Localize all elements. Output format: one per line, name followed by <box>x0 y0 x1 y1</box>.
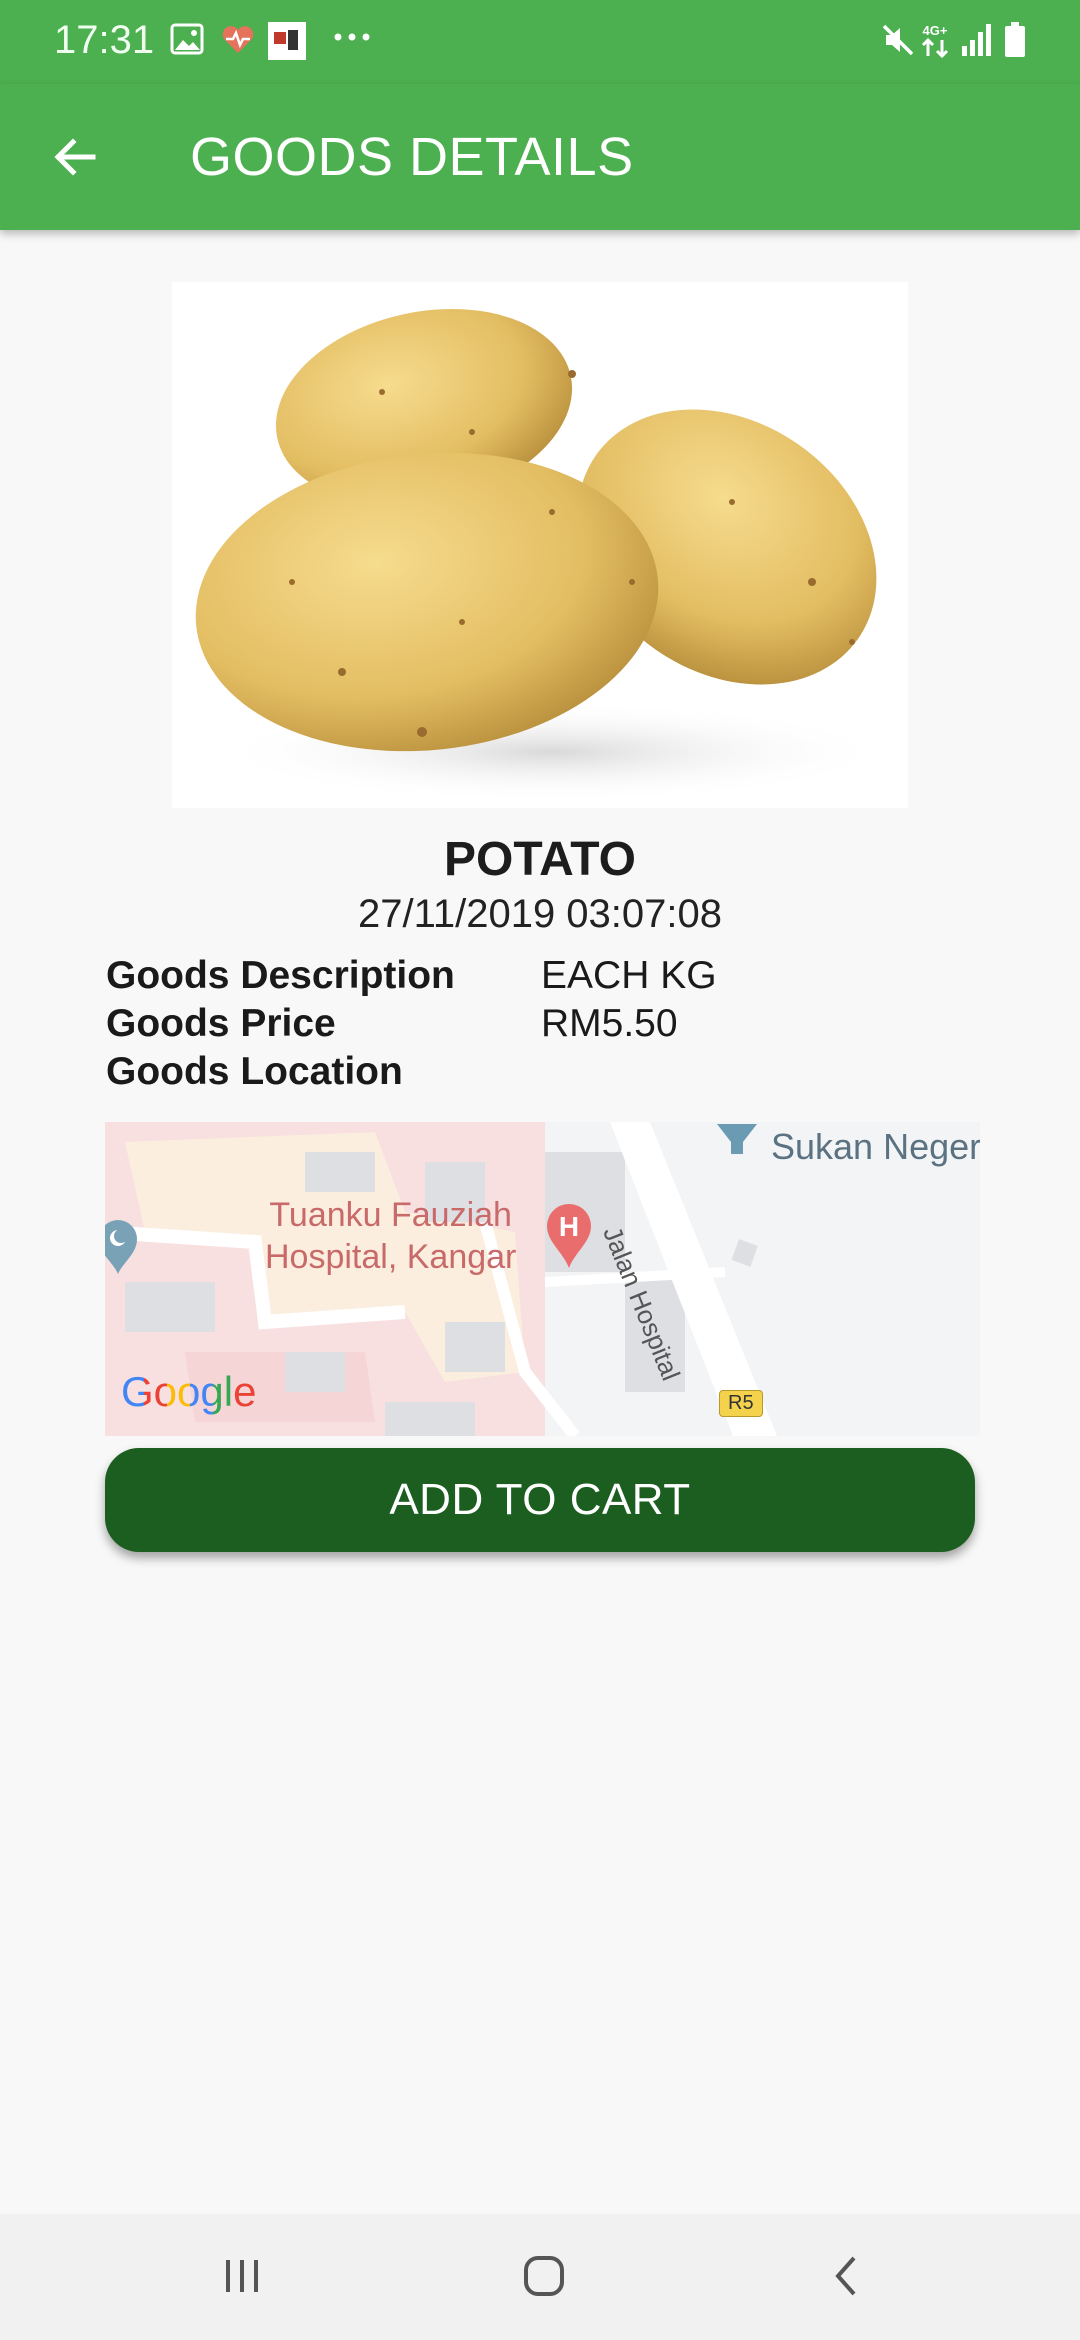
location-map[interactable]: Jalan Hospital Tuanku Fauziah Hospital, … <box>105 1122 980 1436</box>
product-date: 27/11/2019 03:07:08 <box>357 892 723 936</box>
status-bar: 17:31 4G+ <box>0 0 1080 84</box>
route-badge: R5 <box>719 1390 763 1417</box>
product-name: POTATO <box>444 833 636 886</box>
health-icon <box>220 22 256 61</box>
product-image <box>172 282 908 808</box>
goods-description-label: Goods Description <box>106 954 455 997</box>
goods-price-value: RM5.50 <box>541 1002 678 1045</box>
goods-price-label: Goods Price <box>106 1002 336 1045</box>
recent-apps-button[interactable] <box>182 2236 302 2316</box>
gallery-icon <box>170 22 204 61</box>
religious-place-icon <box>105 1218 139 1281</box>
status-time: 17:31 <box>54 18 155 62</box>
home-icon <box>524 2256 564 2296</box>
4g-data-icon: 4G+ <box>918 22 952 67</box>
recent-apps-icon <box>226 2260 258 2292</box>
hospital-marker-icon[interactable]: H <box>543 1202 595 1275</box>
sports-poi-icon <box>713 1122 761 1167</box>
app-notification-icon <box>268 22 306 65</box>
mute-icon <box>880 22 916 63</box>
goods-location-label: Goods Location <box>106 1050 403 1093</box>
battery-icon <box>1004 22 1026 63</box>
map-poi-label: Sukan Neger <box>771 1126 980 1167</box>
back-button[interactable] <box>38 120 112 194</box>
goods-description-value: EACH KG <box>541 954 717 997</box>
more-dots-icon <box>332 30 372 48</box>
app-bar: GOODS DETAILS <box>0 84 1080 230</box>
system-nav-bar <box>0 2214 1080 2340</box>
signal-icon <box>960 22 994 63</box>
svg-text:4G+: 4G+ <box>923 23 948 38</box>
arrow-back-icon <box>54 138 96 176</box>
add-to-cart-button[interactable]: ADD TO CART <box>105 1448 975 1552</box>
home-button[interactable] <box>484 2236 604 2316</box>
back-icon <box>835 2256 856 2296</box>
back-nav-button[interactable] <box>786 2236 906 2316</box>
svg-text:H: H <box>559 1211 579 1242</box>
page-title: GOODS DETAILS <box>190 127 634 187</box>
map-place-label: Tuanku Fauziah Hospital, Kangar <box>265 1196 517 1276</box>
google-logo: Google <box>121 1368 257 1415</box>
